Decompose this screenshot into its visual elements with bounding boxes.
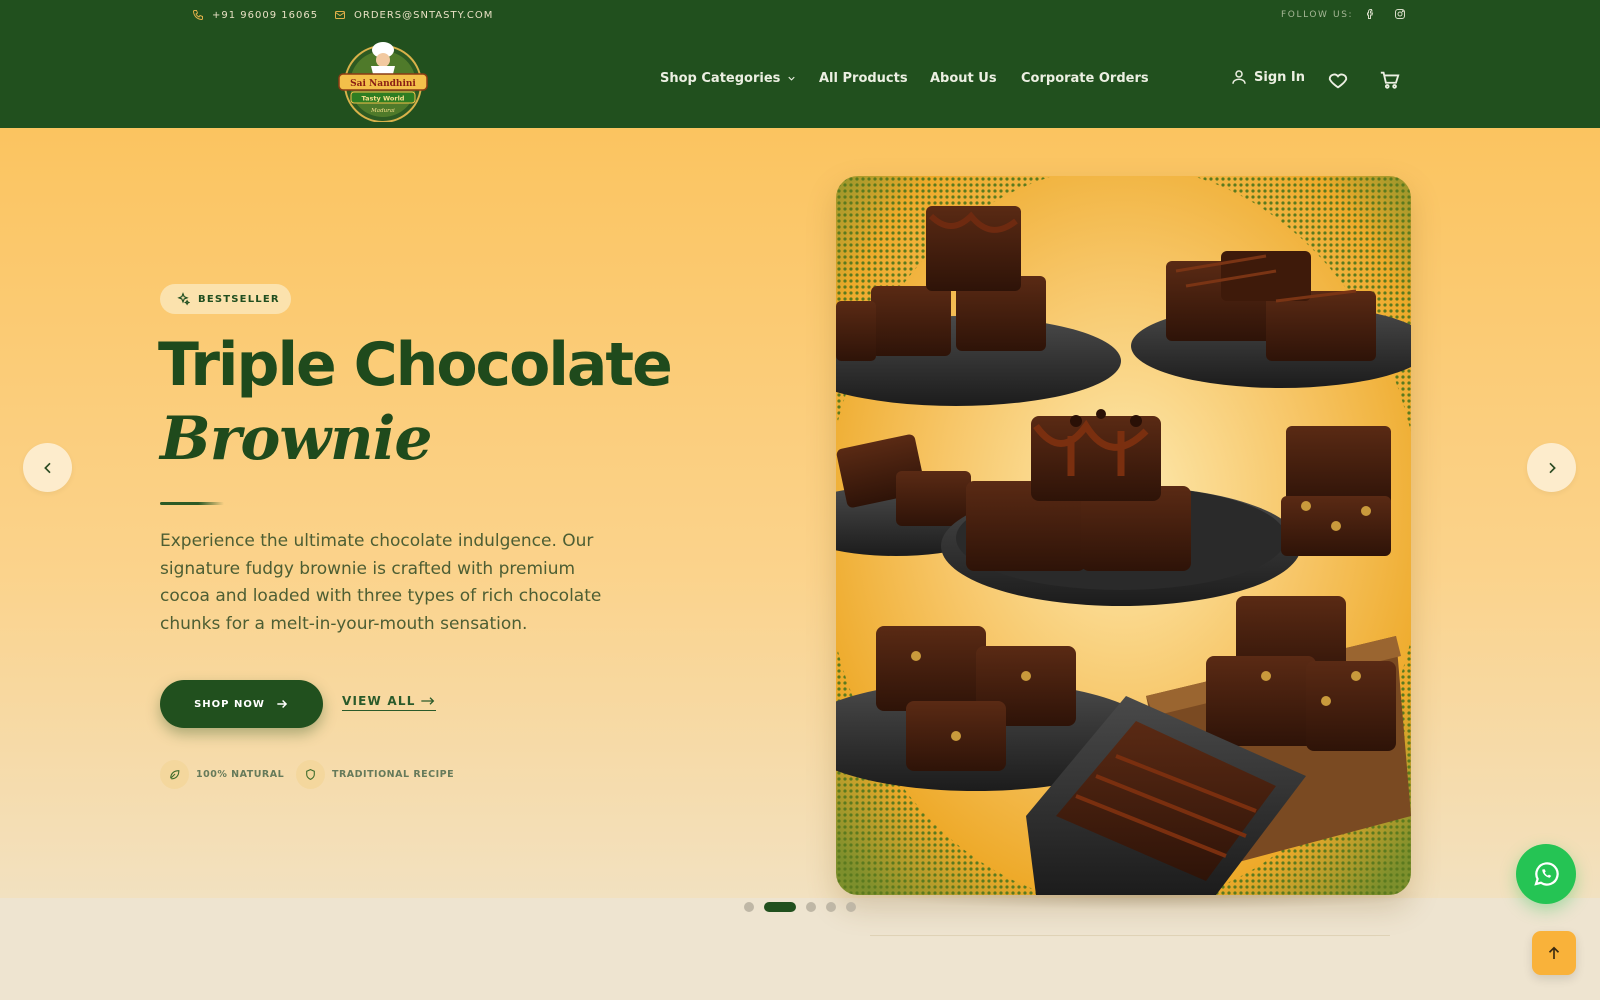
back-to-top-button[interactable] xyxy=(1532,931,1576,975)
hero-description: Experience the ultimate chocolate indulg… xyxy=(160,531,602,634)
main-header: Sai Nandhini Tasty World Madurai Shop Ca… xyxy=(0,31,1600,128)
logo-text-city: Madurai xyxy=(370,108,395,114)
follow-us-label: FOLLOW US: xyxy=(1281,10,1354,20)
nav-corporate-orders[interactable]: Corporate Orders xyxy=(1021,71,1149,86)
mail-icon xyxy=(335,11,345,19)
nav-shop-categories[interactable]: Shop Categories xyxy=(660,71,797,86)
heart-icon[interactable] xyxy=(1327,69,1349,91)
chevron-left-icon xyxy=(43,462,51,473)
nav-shop-categories-label: Shop Categories xyxy=(660,71,781,86)
logo-text-main: Sai Nandhini xyxy=(350,79,416,89)
hero-title-line2: Brownie xyxy=(160,404,433,474)
feature-natural: 100% NATURAL xyxy=(160,760,284,789)
arrow-up-icon xyxy=(1548,946,1560,959)
shop-now-label: SHOP NOW xyxy=(194,698,265,710)
slide-dot-4[interactable] xyxy=(826,902,836,912)
leaf-icon xyxy=(160,760,189,789)
slide-dot-5[interactable] xyxy=(846,902,856,912)
instagram-icon[interactable] xyxy=(1394,8,1406,20)
sign-in-link[interactable]: Sign In xyxy=(1230,68,1305,86)
logo-text-sub: Tasty World xyxy=(362,95,405,103)
whatsapp-icon xyxy=(1534,862,1559,886)
phone-contact[interactable]: +91 96009 16065 xyxy=(192,9,318,21)
slide-dot-1[interactable] xyxy=(744,902,754,912)
view-all-link[interactable]: VIEW ALL xyxy=(342,694,436,711)
chevron-right-icon xyxy=(1548,462,1556,473)
facebook-icon[interactable] xyxy=(1364,8,1376,20)
shop-now-button[interactable]: SHOP NOW xyxy=(160,680,323,728)
slide-dot-2[interactable] xyxy=(764,902,796,912)
cart-icon[interactable] xyxy=(1379,69,1401,91)
phone-number: +91 96009 16065 xyxy=(212,9,319,21)
feature-traditional-label: TRADITIONAL RECIPE xyxy=(332,769,455,780)
section-divider xyxy=(870,935,1390,936)
long-arrow-right-icon xyxy=(420,697,434,705)
hero-title-line1: Triple Chocolate xyxy=(158,330,673,400)
hero-bottom-band xyxy=(0,898,1600,1000)
top-contact-bar: +91 96009 16065 ORDERS@SNTASTY.COM FOLLO… xyxy=(0,0,1600,31)
shield-icon xyxy=(296,760,325,789)
brand-logo[interactable]: Sai Nandhini Tasty World Madurai xyxy=(337,38,429,123)
bestseller-badge: BESTSELLER xyxy=(160,284,291,314)
email-contact[interactable]: ORDERS@SNTASTY.COM xyxy=(334,9,493,21)
next-slide-button[interactable] xyxy=(1527,443,1576,492)
arrow-right-icon xyxy=(277,699,288,709)
phone-icon xyxy=(192,10,203,21)
title-underline xyxy=(160,502,224,505)
previous-slide-button[interactable] xyxy=(23,443,72,492)
whatsapp-chat-button[interactable] xyxy=(1516,844,1576,904)
sparkle-icon xyxy=(177,292,190,306)
badge-label: BESTSELLER xyxy=(198,293,280,305)
hero-product-image xyxy=(836,176,1411,895)
user-icon xyxy=(1232,70,1246,84)
view-all-label: VIEW ALL xyxy=(342,694,416,708)
nav-all-products[interactable]: All Products xyxy=(819,71,908,86)
sign-in-label: Sign In xyxy=(1254,69,1305,85)
chevron-down-icon xyxy=(788,76,796,81)
nav-about-us[interactable]: About Us xyxy=(930,71,997,86)
feature-traditional: TRADITIONAL RECIPE xyxy=(296,760,454,789)
feature-natural-label: 100% NATURAL xyxy=(196,769,285,780)
email-address: ORDERS@SNTASTY.COM xyxy=(354,9,494,21)
slide-dot-3[interactable] xyxy=(806,902,816,912)
